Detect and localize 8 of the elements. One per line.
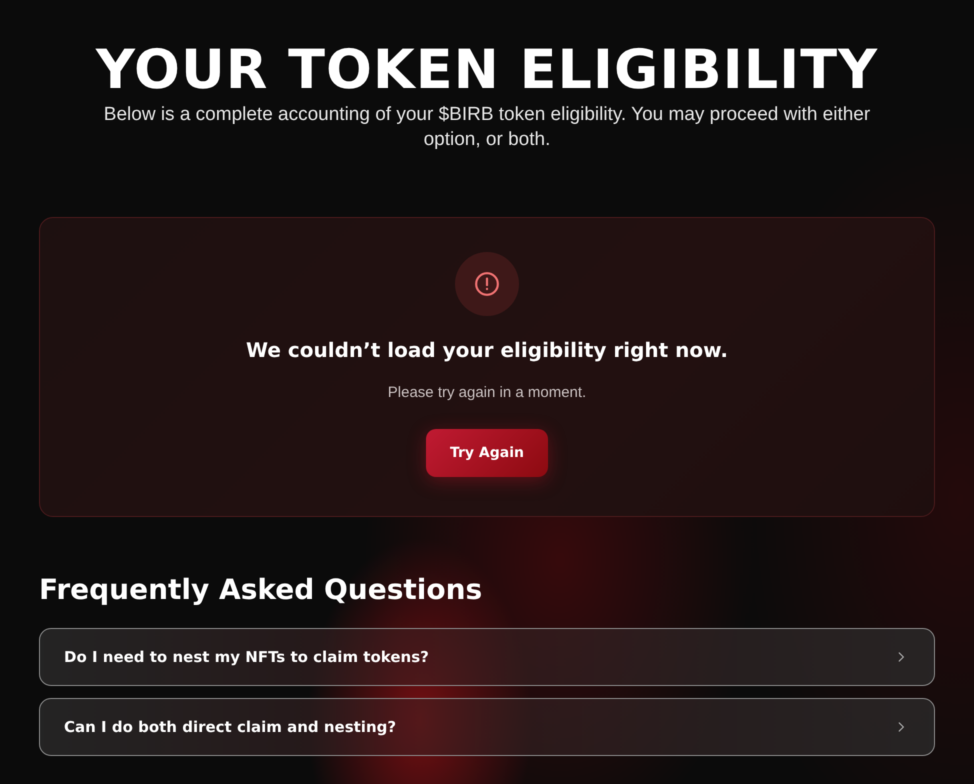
- try-again-button[interactable]: Try Again: [426, 428, 548, 477]
- error-message: We couldn’t load your eligibility right now.: [246, 338, 728, 362]
- error-hint: Please try again in a moment.: [388, 384, 586, 401]
- page-title: YOUR TOKEN ELIGIBILITY: [94, 40, 880, 100]
- faq-item[interactable]: Do I need to nest my NFTs to claim tokens?: [39, 628, 935, 686]
- page-subtitle: Below is a complete accounting of your $BIRB token eligibility. You may proceed with either option, or both.: [102, 103, 872, 152]
- faq-item[interactable]: Can I do both direct claim and nesting?: [39, 698, 935, 756]
- faq-title: Frequently Asked Questions: [39, 572, 484, 606]
